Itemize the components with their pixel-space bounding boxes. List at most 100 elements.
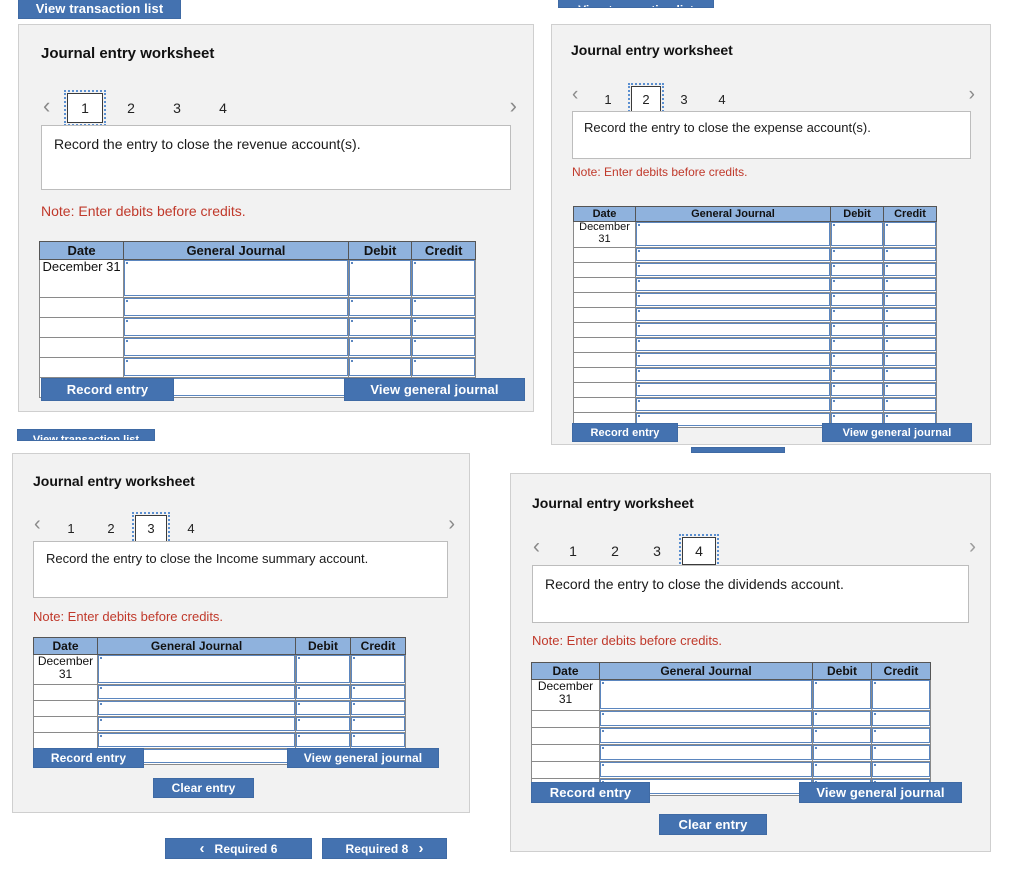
date-cell[interactable]	[573, 292, 636, 308]
debit-cell[interactable]	[812, 761, 872, 779]
record-entry-button-1[interactable]: Record entry	[41, 378, 174, 401]
account-cell[interactable]	[123, 297, 349, 318]
account-cell[interactable]	[635, 397, 831, 413]
credit-input[interactable]	[412, 298, 475, 316]
debit-input[interactable]	[831, 308, 883, 321]
pager-page-4-4[interactable]: 4	[679, 534, 719, 568]
credit-cell[interactable]	[883, 322, 937, 338]
debit-input[interactable]	[831, 323, 883, 336]
account-cell[interactable]	[635, 337, 831, 353]
credit-input[interactable]	[412, 338, 475, 356]
account-cell[interactable]	[123, 357, 349, 378]
account-cell[interactable]	[599, 761, 813, 779]
account-cell[interactable]	[635, 382, 831, 398]
credit-input[interactable]	[412, 260, 475, 296]
debit-cell[interactable]	[812, 744, 872, 762]
account-cell[interactable]	[97, 700, 296, 717]
credit-cell[interactable]	[350, 716, 406, 733]
account-input[interactable]	[636, 263, 830, 276]
credit-cell[interactable]	[883, 221, 937, 248]
debit-cell[interactable]	[295, 732, 351, 749]
account-input[interactable]	[600, 680, 812, 709]
pager-next-icon-3[interactable]: ›	[448, 514, 455, 534]
pager-prev-icon-3[interactable]: ‹	[34, 514, 41, 534]
account-input[interactable]	[98, 717, 295, 731]
pager-page-2-1[interactable]: 2	[113, 93, 149, 123]
account-input[interactable]	[98, 685, 295, 699]
date-cell[interactable]	[33, 700, 98, 717]
account-input[interactable]	[124, 260, 348, 296]
date-cell[interactable]	[573, 247, 636, 263]
clear-entry-button-3[interactable]: Clear entry	[153, 778, 254, 798]
account-input[interactable]	[124, 298, 348, 316]
debit-input[interactable]	[813, 680, 871, 709]
debit-input[interactable]	[831, 293, 883, 306]
debit-input[interactable]	[831, 368, 883, 381]
view-general-journal-button-3[interactable]: View general journal	[287, 748, 439, 768]
credit-input[interactable]	[872, 728, 930, 743]
debit-cell[interactable]	[347, 297, 413, 318]
credit-input[interactable]	[351, 655, 405, 683]
account-cell[interactable]	[97, 732, 296, 749]
date-cell[interactable]	[38, 317, 125, 338]
debit-input[interactable]	[831, 353, 883, 366]
credit-input[interactable]	[872, 680, 930, 709]
debit-cell[interactable]	[830, 307, 884, 323]
view-general-journal-button-2[interactable]: View general journal	[822, 423, 972, 442]
date-cell[interactable]	[573, 352, 636, 368]
credit-input[interactable]	[884, 308, 936, 321]
pager-page-3-1[interactable]: 3	[159, 93, 195, 123]
account-cell[interactable]	[635, 367, 831, 383]
account-cell[interactable]	[599, 727, 813, 745]
credit-cell[interactable]	[411, 297, 476, 318]
pager-prev-icon-2[interactable]: ‹	[572, 85, 578, 104]
debit-cell[interactable]	[295, 700, 351, 717]
record-entry-button-4[interactable]: Record entry	[531, 782, 650, 803]
debit-input[interactable]	[831, 263, 883, 276]
debit-cell[interactable]	[830, 367, 884, 383]
account-cell[interactable]	[635, 221, 831, 248]
debit-cell[interactable]	[830, 397, 884, 413]
account-cell[interactable]	[635, 322, 831, 338]
view-general-journal-button-4[interactable]: View general journal	[799, 782, 962, 803]
credit-input[interactable]	[884, 222, 936, 246]
debit-cell[interactable]	[830, 352, 884, 368]
view-transaction-list-button-panel-3[interactable]: View transaction list	[17, 429, 155, 441]
pager-page-1-3[interactable]: 1	[55, 515, 87, 542]
debit-cell[interactable]	[830, 247, 884, 263]
credit-cell[interactable]	[871, 761, 931, 779]
account-cell[interactable]	[599, 679, 813, 711]
credit-cell[interactable]	[350, 700, 406, 717]
credit-cell[interactable]	[411, 337, 476, 358]
account-cell[interactable]	[123, 259, 349, 298]
pager-prev-icon-4[interactable]: ‹	[533, 536, 540, 557]
debit-cell[interactable]	[347, 317, 413, 338]
credit-input[interactable]	[884, 293, 936, 306]
credit-input[interactable]	[872, 745, 930, 760]
credit-input[interactable]	[412, 358, 475, 376]
credit-input[interactable]	[884, 278, 936, 291]
credit-cell[interactable]	[871, 710, 931, 728]
pager-page-3-2[interactable]: 3	[669, 86, 699, 112]
pager-page-2-3[interactable]: 2	[95, 515, 127, 542]
credit-cell[interactable]	[871, 727, 931, 745]
account-input[interactable]	[636, 398, 830, 411]
credit-cell[interactable]	[350, 732, 406, 749]
date-cell[interactable]	[38, 337, 125, 358]
debit-cell[interactable]	[812, 710, 872, 728]
credit-cell[interactable]	[350, 684, 406, 701]
debit-input[interactable]	[296, 655, 350, 683]
clear-entry-button-4[interactable]: Clear entry	[659, 814, 767, 835]
credit-input[interactable]	[884, 353, 936, 366]
required-8-next-button[interactable]: Required 8 ›	[322, 838, 447, 859]
account-input[interactable]	[636, 278, 830, 291]
credit-input[interactable]	[351, 685, 405, 699]
credit-cell[interactable]	[883, 337, 937, 353]
debit-input[interactable]	[348, 260, 412, 296]
account-cell[interactable]	[123, 337, 349, 358]
debit-input[interactable]	[348, 358, 412, 376]
date-cell[interactable]	[531, 710, 600, 728]
account-cell[interactable]	[635, 352, 831, 368]
credit-cell[interactable]	[883, 292, 937, 308]
debit-input[interactable]	[831, 222, 883, 246]
